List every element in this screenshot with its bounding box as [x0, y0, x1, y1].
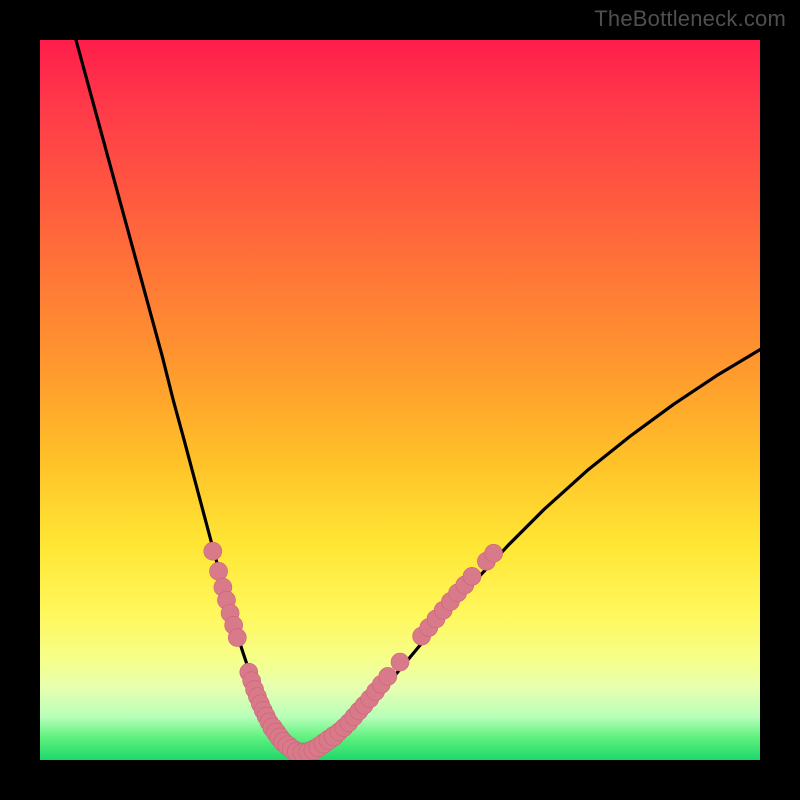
curve-path: [76, 40, 760, 753]
watermark-text: TheBottleneck.com: [594, 6, 786, 32]
curve-marker: [210, 562, 228, 580]
curve-marker: [228, 629, 246, 647]
bottleneck-curve: [76, 40, 760, 753]
curve-marker: [379, 667, 397, 685]
curve-marker: [463, 567, 481, 585]
curve-marker: [204, 542, 222, 560]
curve-marker: [391, 653, 409, 671]
curve-markers: [204, 542, 503, 760]
plot-area: [40, 40, 760, 760]
chart-frame: TheBottleneck.com: [0, 0, 800, 800]
curve-marker: [485, 544, 503, 562]
chart-svg: [40, 40, 760, 760]
